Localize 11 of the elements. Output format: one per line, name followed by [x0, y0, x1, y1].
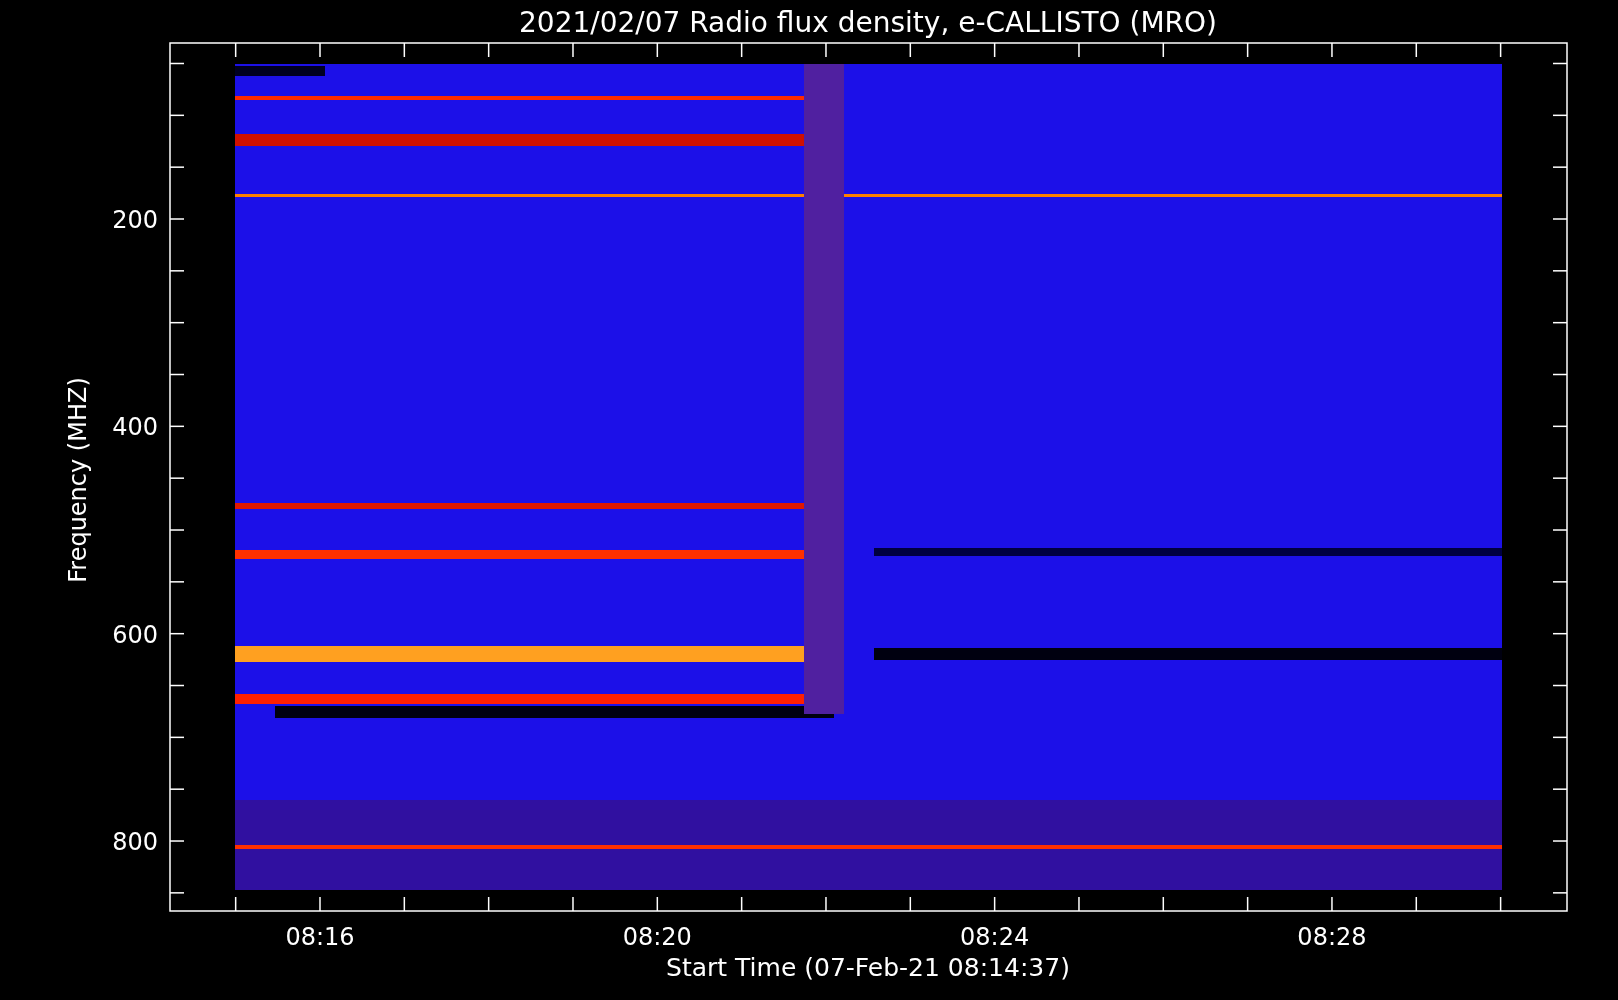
y-tick-label: 800 — [112, 828, 158, 856]
x-tick-label: 08:20 — [622, 923, 692, 951]
x-tick-label: 08:28 — [1297, 923, 1367, 951]
x-tick-label: 08:24 — [960, 923, 1030, 951]
x-axis-label: Start Time (07-Feb-21 08:14:37) — [666, 953, 1070, 982]
chart-title: 2021/02/07 Radio flux density, e-CALLISTO (MRO) — [519, 6, 1217, 39]
y-tick-label: 400 — [112, 413, 158, 442]
y-axis-label: Frequency (MHZ) — [64, 377, 92, 583]
x-tick-label: 08:16 — [285, 923, 355, 951]
y-tick-label: 200 — [112, 206, 158, 234]
y-tick-label: 600 — [112, 620, 158, 649]
